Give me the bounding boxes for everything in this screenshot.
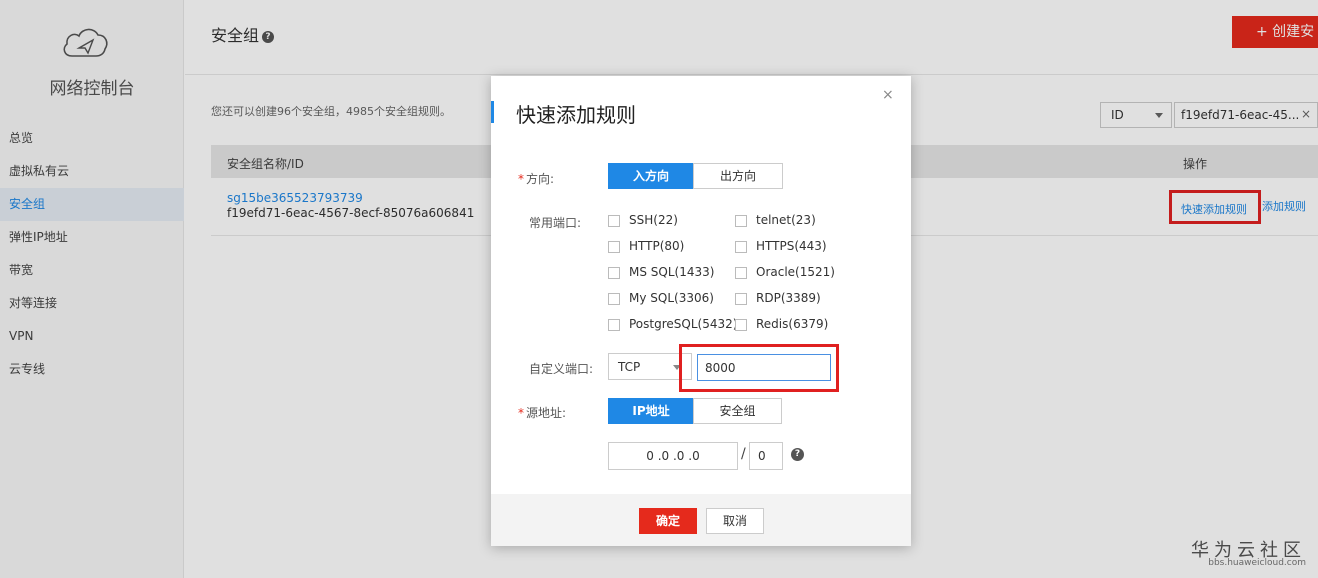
checkbox-box <box>608 215 620 227</box>
question-circle-icon[interactable]: ? <box>791 448 804 461</box>
direction-label: * 方向: <box>518 172 555 186</box>
source-mask-input[interactable] <box>749 442 783 470</box>
checkbox-box <box>608 241 620 253</box>
direction-outbound-button[interactable]: 出方向 <box>693 163 783 189</box>
close-icon[interactable]: × <box>882 87 894 103</box>
custom-port-label: 自定义端口: <box>529 362 594 376</box>
custom-port-input[interactable] <box>697 354 831 381</box>
checkbox-box <box>735 241 747 253</box>
dialog-title: 快速添加规则 <box>516 103 636 127</box>
checkbox-box <box>735 267 747 279</box>
common-ports-label: 常用端口: <box>529 216 582 230</box>
checkbox-box <box>735 215 747 227</box>
source-type-toggle: IP地址 安全组 <box>608 398 782 424</box>
source-label: * 源地址: <box>518 406 567 420</box>
checkbox-box <box>735 293 747 305</box>
cancel-button[interactable]: 取消 <box>706 508 764 534</box>
confirm-button[interactable]: 确定 <box>639 508 697 534</box>
source-ip-input[interactable] <box>608 442 738 470</box>
checkbox-box <box>735 319 747 331</box>
quick-add-rule-dialog: 快速添加规则 × * 方向: 入方向 出方向 常用端口: SSH(22) teln… <box>491 76 911 546</box>
ip-mask-separator: / <box>741 446 746 462</box>
dialog-footer: 确定 取消 <box>491 494 911 546</box>
checkbox-box <box>608 319 620 331</box>
checkbox-box <box>608 267 620 279</box>
direction-toggle: 入方向 出方向 <box>608 163 783 189</box>
title-accent-bar <box>491 101 494 123</box>
direction-inbound-button[interactable]: 入方向 <box>608 163 694 189</box>
source-security-group-button[interactable]: 安全组 <box>693 398 782 424</box>
checkbox-box <box>608 293 620 305</box>
protocol-value: TCP <box>618 360 641 374</box>
source-ip-button[interactable]: IP地址 <box>608 398 694 424</box>
